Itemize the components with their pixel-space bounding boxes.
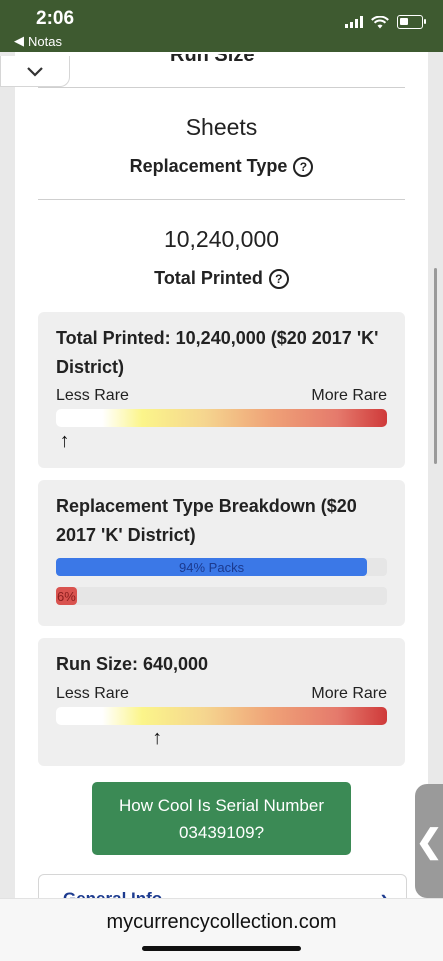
collapse-toggle[interactable]: [0, 56, 70, 87]
run-size-panel: Run Size: 640,000 Less Rare More Rare ↑: [38, 638, 405, 766]
rarity-scale-labels: Less Rare More Rare: [56, 387, 387, 405]
browser-address-bar[interactable]: mycurrencycollection.com: [0, 898, 443, 961]
url-text: mycurrencycollection.com: [106, 911, 337, 933]
rarity-scale-labels: Less Rare More Rare: [56, 685, 387, 703]
total-printed-label-row: Total Printed ?: [15, 268, 428, 289]
signal-icon: [345, 16, 363, 28]
wifi-icon: [371, 15, 389, 28]
rarity-gradient-bar: [56, 707, 387, 725]
total-printed-value: 10,240,000: [163, 226, 280, 252]
divider: [38, 87, 405, 88]
back-app-label: Notas: [28, 33, 62, 49]
replacement-type-label-row: Replacement Type ?: [15, 156, 428, 177]
clock: 2:06: [36, 8, 75, 29]
more-rare-label: More Rare: [311, 387, 387, 404]
help-icon[interactable]: ?: [268, 268, 289, 289]
side-drawer-handle[interactable]: ❮: [415, 784, 443, 898]
divider: [38, 199, 405, 200]
chevron-down-icon: [27, 66, 43, 77]
total-printed-label: Total Printed: [154, 268, 263, 288]
battery-icon: [397, 15, 426, 29]
more-rare-label: More Rare: [311, 685, 387, 702]
replacement-type-value: Sheets: [185, 114, 258, 140]
back-to-app-link[interactable]: ◀ Notas: [14, 33, 62, 49]
replacement-type-label: Replacement Type: [129, 156, 288, 176]
chevron-left-icon: ❮: [415, 823, 443, 859]
total-printed-panel: Total Printed: 10,240,000 ($20 2017 'K' …: [38, 312, 405, 468]
rarity-marker-arrow-icon: ↑: [152, 727, 163, 749]
packs-bar-track: 94% Packs: [56, 558, 387, 576]
rarity-gradient-bar: [56, 409, 387, 427]
rarity-marker-arrow-icon: ↑: [59, 430, 70, 452]
less-rare-label: Less Rare: [56, 387, 129, 404]
panel-title: Run Size: 640,000: [56, 654, 209, 674]
system-icons: [345, 15, 426, 29]
back-triangle-icon: ◀: [14, 33, 24, 48]
home-indicator[interactable]: [142, 946, 301, 951]
less-rare-label: Less Rare: [56, 685, 129, 702]
packs-bar: 94% Packs: [56, 558, 368, 576]
panel-title: Replacement Type Breakdown ($20 2017 'K'…: [56, 496, 357, 545]
sheets-bar: 6%: [56, 587, 77, 605]
scrollbar[interactable]: [434, 268, 437, 464]
help-icon[interactable]: ?: [293, 156, 314, 177]
serial-number-cta-button[interactable]: How Cool Is Serial Number 03439109?: [92, 782, 351, 855]
panel-title: Total Printed: 10,240,000 ($20 2017 'K' …: [56, 328, 379, 377]
replacement-breakdown-panel: Replacement Type Breakdown ($20 2017 'K'…: [38, 480, 405, 626]
status-bar: 2:06 ◀ Notas: [0, 0, 443, 52]
sheets-bar-track: 6%: [56, 587, 387, 605]
content-card: [15, 52, 428, 900]
